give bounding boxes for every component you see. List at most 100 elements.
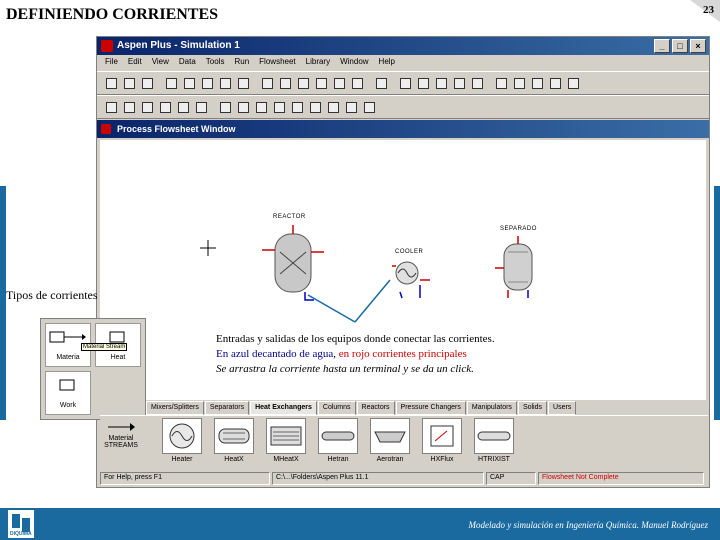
new-icon[interactable]: [103, 75, 119, 91]
model-heatx[interactable]: HeatX: [210, 416, 258, 463]
tab-solids[interactable]: Solids: [517, 401, 548, 415]
stream-ends-icon[interactable]: [343, 99, 359, 115]
page-number: 23: [703, 4, 714, 16]
heater-label: Heater: [171, 456, 193, 463]
next-icon[interactable]: [373, 75, 389, 91]
left-accent-bar: [0, 186, 6, 420]
heat-stream-label: Heat: [110, 354, 126, 361]
material-stream-tooltip: Material Stream: [81, 343, 128, 351]
stream-types-palette: Materia Heat Work Material Stream: [40, 318, 146, 420]
menu-run[interactable]: Run: [234, 57, 249, 69]
tab-separators[interactable]: Separators: [204, 401, 250, 415]
minimize-button[interactable]: _: [654, 39, 670, 53]
model-htrixist[interactable]: HTRIXIST: [470, 416, 518, 463]
mheatx-label: MHeatX: [273, 456, 299, 463]
section-icon[interactable]: [271, 99, 287, 115]
note-line-2: En azul decantado de agua, en rojo corri…: [216, 347, 495, 362]
model-heater[interactable]: Heater: [158, 416, 206, 463]
data-browser-icon[interactable]: [259, 75, 275, 91]
window-titlebar[interactable]: Aspen Plus - Simulation 1 _ □ ×: [97, 37, 709, 55]
flip-icon[interactable]: [175, 99, 191, 115]
model-aerotran[interactable]: Aerotran: [366, 416, 414, 463]
flowsheet-window-title: Process Flowsheet Window: [117, 124, 236, 134]
close-button[interactable]: ×: [690, 39, 706, 53]
cooler-water-blue-2[interactable]: [399, 291, 403, 299]
print-preview-icon[interactable]: [181, 75, 197, 91]
streams-selector[interactable]: Material STREAMS: [102, 416, 140, 449]
tab-reactors[interactable]: Reactors: [356, 401, 395, 415]
stream-results-icon[interactable]: [511, 75, 527, 91]
menu-tools[interactable]: Tools: [206, 57, 225, 69]
results-icon[interactable]: [493, 75, 509, 91]
footer-text: Modelado y simulación en Ingeniería Quím…: [468, 520, 708, 530]
tab-manipulators[interactable]: Manipulators: [466, 401, 517, 415]
select-mode-icon[interactable]: [193, 99, 209, 115]
grid-icon[interactable]: [307, 99, 323, 115]
streams-icon[interactable]: [331, 75, 347, 91]
pan-icon[interactable]: [235, 99, 251, 115]
model-hetran[interactable]: Hetran: [314, 416, 362, 463]
model-hxflux[interactable]: HXFlux: [418, 416, 466, 463]
menu-library[interactable]: Library: [306, 57, 330, 69]
run-step-icon[interactable]: [415, 75, 431, 91]
zoom-icon[interactable]: [217, 99, 233, 115]
report-icon[interactable]: [547, 75, 563, 91]
heater-icon: [162, 418, 202, 454]
stream-arrow-icon: [102, 420, 140, 434]
global-data-icon[interactable]: [361, 99, 377, 115]
menu-file[interactable]: File: [105, 57, 118, 69]
model-mheatx[interactable]: MHeatX: [262, 416, 310, 463]
model-library-tabs: Mixers/Splitters Separators Heat Exchang…: [146, 401, 706, 415]
maximize-button[interactable]: □: [672, 39, 688, 53]
separator-block[interactable]: [503, 243, 533, 291]
properties-icon[interactable]: [313, 75, 329, 91]
menu-data[interactable]: Data: [179, 57, 196, 69]
menu-help[interactable]: Help: [379, 57, 395, 69]
print-icon[interactable]: [163, 75, 179, 91]
blocks-icon[interactable]: [349, 75, 365, 91]
explanation-note: Entradas y salidas de los equipos donde …: [216, 332, 495, 377]
right-accent-bar: [714, 186, 720, 420]
reactor-block[interactable]: [274, 233, 312, 293]
tab-heat-exchangers[interactable]: Heat Exchangers: [250, 401, 317, 415]
tab-columns[interactable]: Columns: [317, 401, 356, 415]
htrixist-label: HTRIXIST: [478, 456, 510, 463]
copy-icon[interactable]: [217, 75, 233, 91]
draw-icon[interactable]: [139, 99, 155, 115]
cut-icon[interactable]: [199, 75, 215, 91]
run-start-icon[interactable]: [397, 75, 413, 91]
reconnect-icon[interactable]: [325, 99, 341, 115]
heatx-icon: [214, 418, 254, 454]
tab-pressure-changers[interactable]: Pressure Changers: [395, 401, 466, 415]
work-stream-button[interactable]: Work: [45, 371, 91, 415]
model-palette: Material STREAMS Heater HeatX MHeatX Het…: [100, 415, 708, 470]
open-icon[interactable]: [121, 75, 137, 91]
separator-label: SEPARADO: [500, 226, 537, 232]
note-blue-text: En azul decantado de agua: [216, 348, 334, 360]
paste-icon[interactable]: [235, 75, 251, 91]
flowsheet-window-titlebar[interactable]: Process Flowsheet Window: [97, 120, 709, 138]
align-icon[interactable]: [103, 99, 119, 115]
annotation-icon[interactable]: [289, 99, 305, 115]
run-check-icon[interactable]: [469, 75, 485, 91]
components-icon[interactable]: [295, 75, 311, 91]
rotate-icon[interactable]: [157, 99, 173, 115]
aspen-app-icon: [101, 40, 113, 52]
menu-edit[interactable]: Edit: [128, 57, 142, 69]
plot-icon[interactable]: [529, 75, 545, 91]
tab-users[interactable]: Users: [548, 401, 577, 415]
line-style-icon[interactable]: [121, 99, 137, 115]
menu-flowsheet[interactable]: Flowsheet: [259, 57, 295, 69]
cooler-block[interactable]: [395, 261, 419, 285]
help-icon[interactable]: [565, 75, 581, 91]
setup-icon[interactable]: [277, 75, 293, 91]
menu-window[interactable]: Window: [340, 57, 368, 69]
save-icon[interactable]: [139, 75, 155, 91]
menu-view[interactable]: View: [152, 57, 169, 69]
run-stop-icon[interactable]: [433, 75, 449, 91]
run-reinit-icon[interactable]: [451, 75, 467, 91]
status-help: For Help, press F1: [100, 472, 270, 485]
tab-mixers-splitters[interactable]: Mixers/Splitters: [146, 401, 204, 415]
note-line-3: Se arrastra la corriente hasta un termin…: [216, 363, 474, 375]
bookmark-icon[interactable]: [253, 99, 269, 115]
